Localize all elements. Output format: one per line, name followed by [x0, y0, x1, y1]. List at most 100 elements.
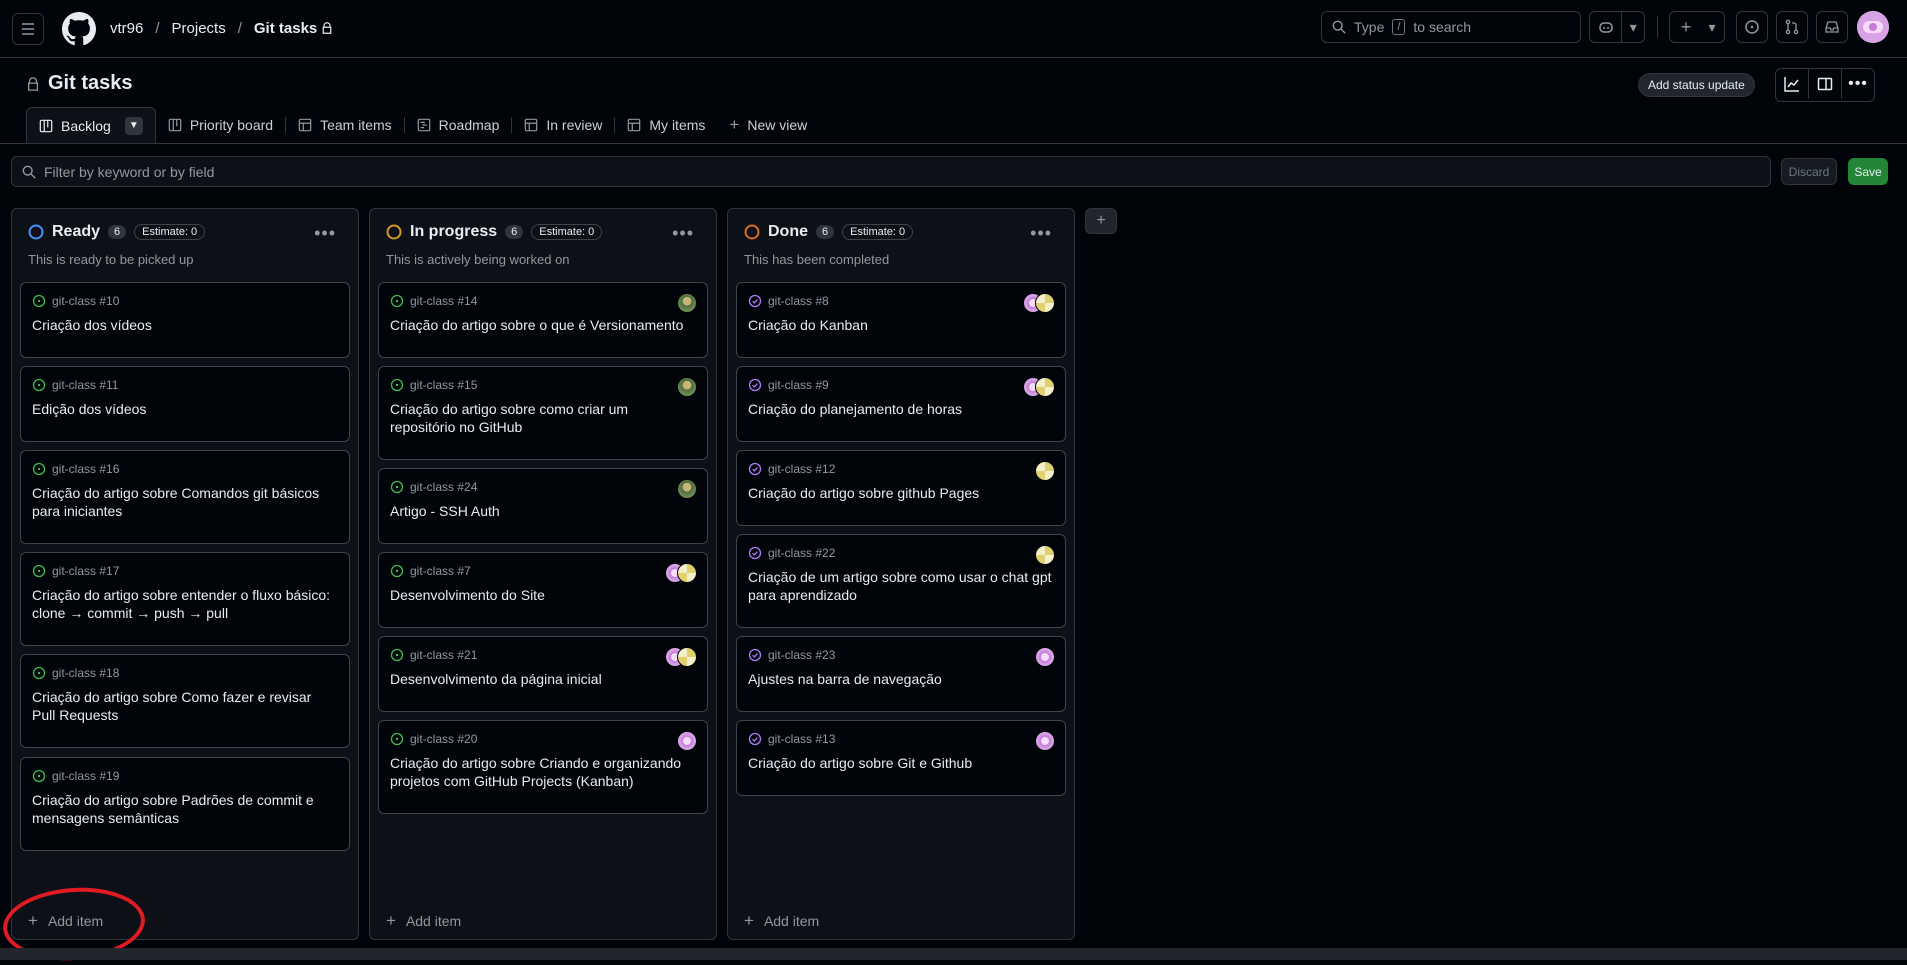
assignee-avatar[interactable] — [1035, 545, 1055, 565]
card-title[interactable]: Desenvolvimento da página inicial — [390, 670, 696, 688]
card-title[interactable]: Criação do artigo sobre o que é Versiona… — [390, 316, 696, 334]
card-meta: git-class #14 — [390, 294, 696, 308]
more-options-button[interactable]: ••• — [1842, 69, 1874, 99]
assignees — [665, 647, 697, 667]
new-view-button[interactable]: + New view — [717, 107, 819, 143]
add-status-update-button[interactable]: Add status update — [1638, 73, 1755, 97]
board-card[interactable]: git-class #8 Criação do Kanban — [736, 282, 1066, 358]
filter-placeholder: Filter by keyword or by field — [44, 163, 215, 180]
card-title[interactable]: Artigo - SSH Auth — [390, 502, 696, 520]
column-menu-button[interactable]: ••• — [1030, 223, 1052, 244]
board-card[interactable]: git-class #10 Criação dos vídeos — [20, 282, 350, 358]
assignee-avatar[interactable] — [1035, 647, 1055, 667]
assignee-avatar[interactable] — [677, 479, 697, 499]
roadmap-icon — [417, 118, 430, 132]
search-icon — [1332, 20, 1346, 34]
add-column-button[interactable]: + — [1085, 208, 1117, 234]
assignee-avatar[interactable] — [1035, 461, 1055, 481]
column-estimate: Estimate: 0 — [842, 224, 914, 240]
inbox-button[interactable] — [1816, 11, 1848, 43]
board-card[interactable]: git-class #20 Criação do artigo sobre Cr… — [378, 720, 708, 814]
card-meta: git-class #7 — [390, 564, 696, 578]
search-input[interactable]: Type / to search — [1321, 11, 1581, 43]
tab-roadmap[interactable]: Roadmap — [405, 107, 512, 143]
board-card[interactable]: git-class #7 Desenvolvimento do Site — [378, 552, 708, 628]
card-title[interactable]: Criação do artigo sobre Como fazer e rev… — [32, 688, 338, 724]
assignee-avatar[interactable] — [1035, 293, 1055, 313]
status-ring-icon — [744, 224, 760, 240]
column-menu-button[interactable]: ••• — [672, 223, 694, 244]
assignee-avatar[interactable] — [677, 293, 697, 313]
tab-my-items[interactable]: My items — [615, 107, 717, 143]
view-options-button[interactable]: ▼ — [124, 116, 143, 135]
card-ref: git-class #23 — [768, 648, 836, 662]
board-card[interactable]: git-class #14 Criação do artigo sobre o … — [378, 282, 708, 358]
search-prefix: Type — [1354, 19, 1385, 35]
save-button[interactable]: Save — [1848, 158, 1888, 185]
board-card[interactable]: git-class #9 Criação do planejamento de … — [736, 366, 1066, 442]
issue-opened-icon — [32, 666, 46, 680]
card-title[interactable]: Criação do artigo sobre Git e Github — [748, 754, 1054, 772]
assignee-avatar[interactable] — [1035, 377, 1055, 397]
board-card[interactable]: git-class #19 Criação do artigo sobre Pa… — [20, 757, 350, 851]
pull-requests-button[interactable] — [1776, 11, 1808, 43]
board-card[interactable]: git-class #12 Criação do artigo sobre gi… — [736, 450, 1066, 526]
card-title[interactable]: Desenvolvimento do Site — [390, 586, 696, 604]
menu-button[interactable] — [12, 12, 44, 45]
assignee-avatar[interactable] — [1035, 731, 1055, 751]
copilot-button[interactable]: ▾ — [1589, 11, 1645, 43]
status-ring-icon — [28, 224, 44, 240]
card-title[interactable]: Criação do artigo sobre entender o fluxo… — [32, 586, 338, 622]
sidebar-toggle-button[interactable] — [1809, 69, 1842, 99]
board-card[interactable]: git-class #24 Artigo - SSH Auth — [378, 468, 708, 544]
discard-button[interactable]: Discard — [1781, 158, 1837, 185]
tab-backlog[interactable]: Backlog ▼ — [26, 106, 156, 144]
board-card[interactable]: git-class #17 Criação do artigo sobre en… — [20, 552, 350, 646]
breadcrumb-project[interactable]: Git tasks — [254, 20, 334, 37]
assignee-avatar[interactable] — [677, 731, 697, 751]
board-card[interactable]: git-class #23 Ajustes na barra de navega… — [736, 636, 1066, 712]
card-title[interactable]: Criação do artigo sobre github Pages — [748, 484, 1054, 502]
add-item-label: Add item — [763, 913, 820, 929]
breadcrumb-owner[interactable]: vtr96 — [110, 20, 143, 37]
breadcrumb-projects[interactable]: Projects — [172, 20, 226, 37]
assignee-avatar[interactable] — [677, 563, 697, 583]
issue-closed-icon — [748, 378, 762, 392]
issues-button[interactable] — [1736, 11, 1768, 43]
board-card[interactable]: git-class #22 Criação de um artigo sobre… — [736, 534, 1066, 628]
card-title[interactable]: Criação do artigo sobre como criar um re… — [390, 400, 696, 436]
card-title[interactable]: Criação do artigo sobre Comandos git bás… — [32, 484, 338, 520]
board-card[interactable]: git-class #15 Criação do artigo sobre co… — [378, 366, 708, 460]
tab-team-items[interactable]: Team items — [286, 107, 404, 143]
card-title[interactable]: Ajustes na barra de navegação — [748, 670, 1054, 688]
board-card[interactable]: git-class #13 Criação do artigo sobre Gi… — [736, 720, 1066, 796]
card-title[interactable]: Criação do artigo sobre Criando e organi… — [390, 754, 696, 790]
github-logo-icon[interactable] — [62, 11, 96, 46]
card-title[interactable]: Criação de um artigo sobre como usar o c… — [748, 568, 1054, 604]
column-menu-button[interactable]: ••• — [314, 223, 336, 244]
card-ref: git-class #17 — [52, 564, 120, 578]
filter-input[interactable]: Filter by keyword or by field — [11, 156, 1771, 187]
insights-button[interactable] — [1776, 69, 1809, 99]
card-title[interactable]: Criação do Kanban — [748, 316, 1054, 334]
add-item-button[interactable]: + Add item — [744, 911, 819, 931]
board-card[interactable]: git-class #18 Criação do artigo sobre Co… — [20, 654, 350, 748]
board-card[interactable]: git-class #11 Edição dos vídeos — [20, 366, 350, 442]
board-card[interactable]: git-class #16 Criação do artigo sobre Co… — [20, 450, 350, 544]
add-item-button[interactable]: + Add item — [386, 911, 461, 931]
user-avatar[interactable] — [1857, 11, 1889, 43]
card-title[interactable]: Criação dos vídeos — [32, 316, 338, 334]
card-title[interactable]: Criação do artigo sobre Padrões de commi… — [32, 791, 338, 827]
card-ref: git-class #12 — [768, 462, 836, 476]
card-title[interactable]: Criação do planejamento de horas — [748, 400, 1054, 418]
assignee-avatar[interactable] — [677, 377, 697, 397]
tab-in-review[interactable]: In review — [512, 107, 614, 143]
card-ref: git-class #14 — [410, 294, 478, 308]
horizontal-scrollbar[interactable] — [0, 948, 1907, 960]
tab-label: Roadmap — [438, 117, 500, 133]
create-new-button[interactable]: + ▾ — [1669, 11, 1725, 43]
assignee-avatar[interactable] — [677, 647, 697, 667]
tab-priority-board[interactable]: Priority board — [156, 107, 285, 143]
card-title[interactable]: Edição dos vídeos — [32, 400, 338, 418]
board-card[interactable]: git-class #21 Desenvolvimento da página … — [378, 636, 708, 712]
